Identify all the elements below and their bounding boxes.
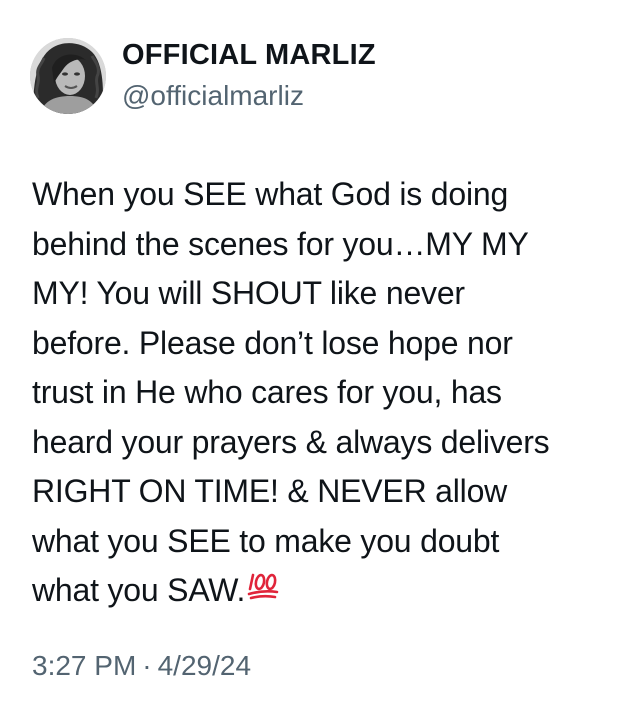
- tweet-text-line: behind the scenes for you…MY MY: [32, 225, 529, 262]
- tweet-text: When you SEE what God is doing behind th…: [32, 170, 628, 616]
- tweet-card: OFFICIAL MARLIZ @officialmarliz When you…: [0, 0, 640, 719]
- author-avatar[interactable]: [30, 38, 106, 114]
- tweet-date: 4/29/24: [157, 650, 252, 681]
- author-handle[interactable]: @officialmarliz: [122, 79, 304, 113]
- tweet-text-line: what you SEE to make you doubt: [32, 522, 500, 559]
- hundred-points-emoji-icon: [247, 566, 279, 616]
- tweet-text-line: before. Please don’t lose hope nor: [32, 324, 513, 361]
- timestamp-separator: ·: [142, 650, 152, 681]
- avatar-photo-icon: [30, 38, 106, 114]
- tweet-time: 3:27 PM: [32, 650, 137, 681]
- tweet-text-line: MY! You will SHOUT like never: [32, 275, 465, 311]
- tweet-text-line: RIGHT ON TIME! & NEVER allow: [32, 473, 508, 509]
- tweet-text-line-content: what you SAW.: [32, 572, 246, 608]
- tweet-text-line-last: what you SAW.: [32, 566, 628, 616]
- tweet-text-line: When you SEE what God is doing: [32, 176, 509, 212]
- tweet-text-line: heard your prayers & always delivers: [32, 423, 550, 460]
- tweet-text-line: trust in He who cares for you, has: [32, 374, 502, 410]
- author-display-name[interactable]: OFFICIAL MARLIZ: [122, 38, 376, 72]
- tweet-timestamp[interactable]: 3:27 PM · 4/29/24: [32, 648, 251, 684]
